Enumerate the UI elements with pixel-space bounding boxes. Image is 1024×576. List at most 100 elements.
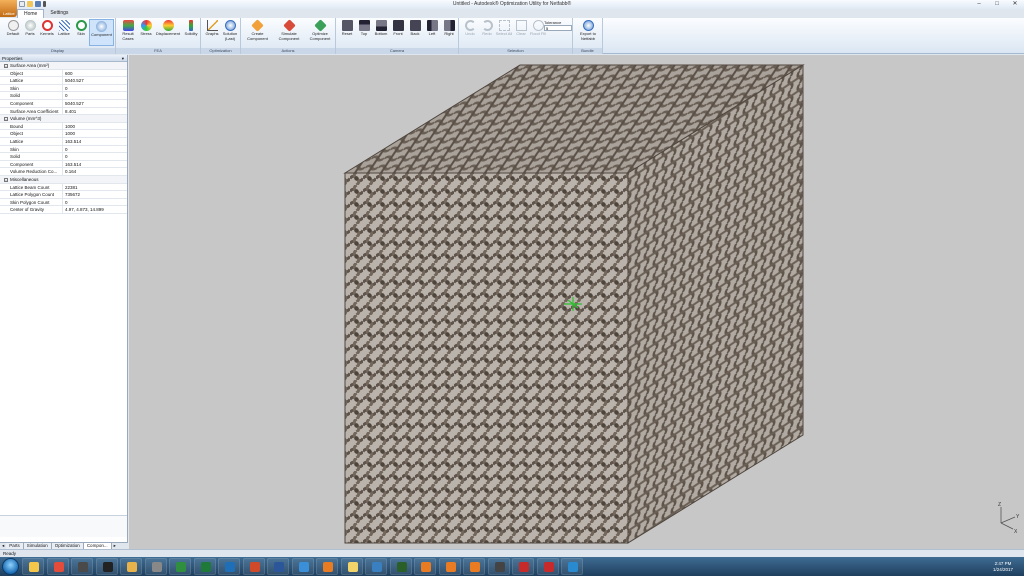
property-row[interactable]: Skin 0 [0,145,127,154]
group-label-bundle: Bundle [573,48,602,54]
property-row[interactable]: Component 5040.527 [0,99,127,108]
flood-fill-icon [532,20,544,31]
property-row[interactable]: Lattice 5040.527 [0,77,127,85]
property-row[interactable]: Object 1000 [0,130,127,138]
taskbar-app[interactable] [22,558,44,575]
taskbar-app[interactable] [218,558,240,575]
maximize-button[interactable]: □ [992,0,1002,8]
property-category[interactable]: − Volume (mm^3) [0,115,127,123]
solidity-button[interactable]: Solidity [180,19,202,46]
pin-icon[interactable]: ▾ [122,55,124,62]
cube-left-icon [426,20,438,31]
pdf-icon [519,562,529,572]
system-tray: 2:47 PM 1/24/2017 [948,559,1018,574]
group-label-fea: FEA [116,48,200,54]
clock-date[interactable]: 1/24/2017 [988,567,1018,572]
property-row[interactable]: Object 600 [0,69,127,78]
terminal-icon [102,562,113,572]
collapse-icon[interactable]: − [4,116,8,121]
folder-icon [347,562,358,572]
property-category-label: Volume (mm^3) [10,116,42,122]
taskbar-app[interactable] [389,558,412,575]
property-row[interactable]: Bound 1000 [0,122,127,131]
tolerance-input[interactable] [544,25,572,31]
camera-icon [298,562,309,572]
start-button[interactable] [2,558,19,575]
taskbar-app[interactable] [46,558,69,575]
clock-time[interactable]: 2:47 PM [988,561,1018,566]
taskbar-app[interactable] [169,558,191,575]
property-category[interactable]: − Surface Area (mm²) [0,62,127,70]
netfabb-icon [421,562,431,572]
close-button[interactable]: ✕ [1010,0,1020,8]
property-row[interactable]: Lattice Beam Count 22381 [0,183,127,192]
taskbar-app[interactable] [536,558,559,575]
netfabb-icon [445,562,456,572]
taskbar-app[interactable] [144,558,167,575]
ribbon: Default Parts Kernels Lattice Skin Compo… [0,18,1024,54]
property-row[interactable]: Lattice 163.514 [0,137,127,146]
ribbon-group-camera: Reset Top Bottom Front Back Left Right C… [336,18,459,54]
taskbar-app[interactable] [316,558,338,575]
default-display-icon [7,20,19,31]
component-button[interactable]: Component [89,19,114,46]
parts-icon [24,20,36,31]
collapse-icon[interactable]: − [4,177,8,182]
property-row[interactable]: Skin Polygon Count 0 [0,198,127,207]
taskbar-app[interactable] [561,558,583,575]
create-component-button[interactable]: Create Component [244,19,271,46]
taskbar-app[interactable] [487,558,510,575]
taskbar-app[interactable] [267,558,289,575]
taskbar-app[interactable] [365,558,387,575]
kernels-icon [41,20,53,31]
property-row[interactable]: Skin 0 [0,84,127,93]
app-menu-button[interactable]: Lattice [0,0,17,17]
optimize-component-button[interactable]: Optimize Component [306,19,334,46]
property-name: Surface Area Coefficient [0,107,63,115]
netfabb-icon [470,562,480,572]
property-row[interactable]: Solid 0 [0,153,127,161]
taskbar-app[interactable] [95,558,118,575]
simulate-component-button[interactable]: Simulate Component [275,19,303,46]
taskbar-app[interactable] [340,558,363,575]
tool-icon [151,562,162,572]
taskbar-app[interactable] [291,558,314,575]
property-row[interactable]: Surface Area Coefficient 8.401 [0,107,127,116]
property-value: 163.514 [65,161,82,167]
property-name: Solid [0,153,63,160]
properties-grid: − Surface Area (mm²) Object 600 Lattice 5040.… [0,62,127,214]
property-row[interactable]: Component 163.514 [0,160,127,169]
property-name: Skin [0,145,63,153]
tab-settings[interactable]: Settings [44,9,74,18]
monitor-icon [396,562,407,572]
property-row[interactable]: Solid 0 [0,92,127,100]
taskbar-app[interactable] [242,558,265,575]
property-row[interactable]: Center of Gravity 4.97, 4.873, 14.899 [0,206,127,214]
axis-label-z: Z [998,502,1001,508]
camera-right-button[interactable]: Right [438,19,460,46]
minimize-button[interactable]: – [974,0,984,8]
taskbar-app[interactable] [71,558,93,575]
collapse-icon[interactable]: − [4,63,8,68]
netfabb-icon [323,562,333,572]
tab-home[interactable]: Home [17,9,45,18]
taskbar-app[interactable] [463,558,485,575]
property-value: 0.164 [65,169,77,175]
property-row[interactable]: Volume Reduction Co... 0.164 [0,168,127,176]
taskbar-app[interactable] [414,558,436,575]
taskbar-app[interactable] [438,558,461,575]
taskbar-app[interactable] [193,558,216,575]
lattice-render: Z Y X [129,55,1024,549]
export-to-netfabb-button[interactable]: Export to Netfabb [576,19,600,46]
taskbar-app[interactable] [120,558,142,575]
export-icon [582,20,594,31]
property-category[interactable]: − Miscellaneous [0,175,127,184]
excel-icon [200,562,211,572]
3d-viewport[interactable]: Z Y X [129,55,1024,549]
displacement-button[interactable]: Displacement [154,19,182,46]
taskbar-app[interactable] [512,558,534,575]
property-value: 5040.527 [65,78,84,84]
axis-triad-icon: Z Y X [998,502,1020,535]
solution-last-button[interactable]: Solution (Last) [219,19,241,46]
property-row[interactable]: Lattice Polygon Count 735672 [0,191,127,199]
